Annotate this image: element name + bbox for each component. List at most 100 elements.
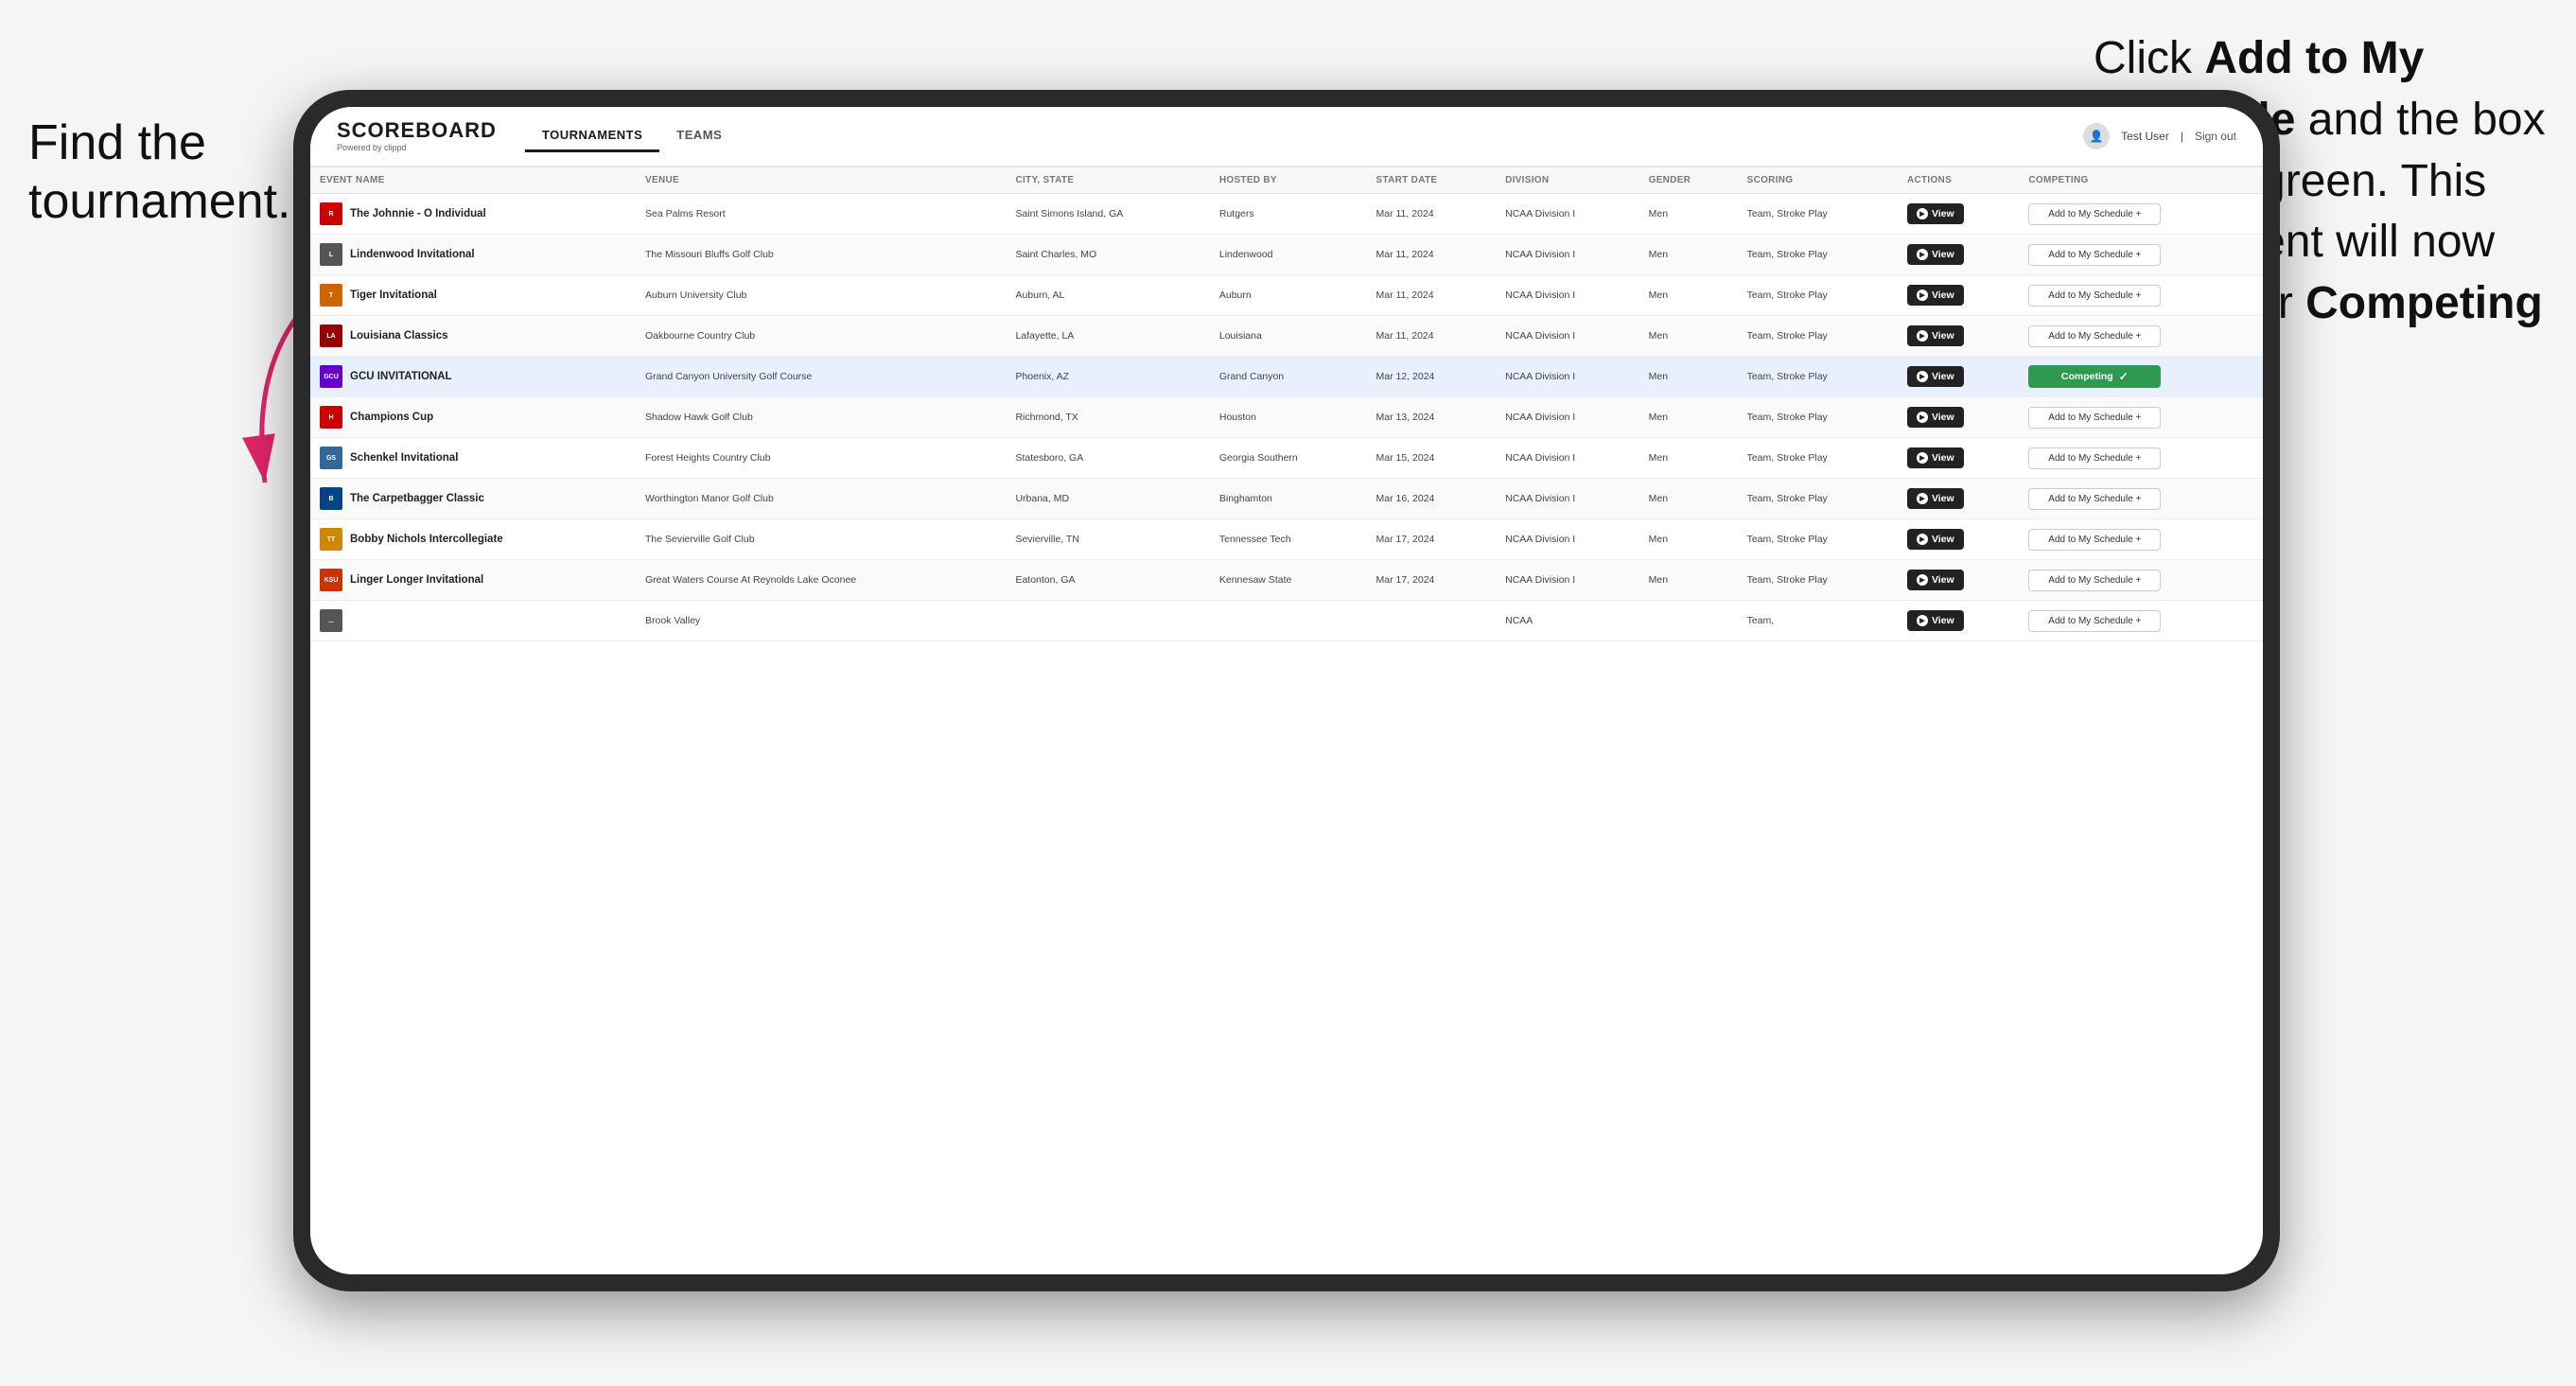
competing-button[interactable]: Competing ✓ bbox=[2028, 365, 2161, 388]
view-button[interactable]: ▶View bbox=[1907, 407, 1964, 428]
start-date-cell: Mar 17, 2024 bbox=[1367, 519, 1497, 560]
gender-cell: Men bbox=[1639, 479, 1738, 519]
event-name-cell: BThe Carpetbagger Classic bbox=[310, 479, 636, 519]
view-button[interactable]: ▶View bbox=[1907, 325, 1964, 346]
view-button[interactable]: ▶View bbox=[1907, 570, 1964, 590]
play-icon: ▶ bbox=[1917, 208, 1928, 219]
start-date-cell: Mar 12, 2024 bbox=[1367, 357, 1497, 397]
division-cell: NCAA Division I bbox=[1496, 519, 1639, 560]
team-logo: LA bbox=[320, 325, 342, 347]
competing-cell: Add to My Schedule + bbox=[2019, 194, 2263, 235]
team-logo: TT bbox=[320, 528, 342, 551]
table-row: ...Brook ValleyNCAATeam,▶ViewAdd to My S… bbox=[310, 601, 2263, 641]
col-division: DIVISION bbox=[1496, 167, 1639, 194]
add-to-schedule-button[interactable]: Add to My Schedule + bbox=[2028, 529, 2161, 551]
annotation-right-prefix: Click bbox=[2094, 33, 2204, 83]
competing-cell: Competing ✓ bbox=[2019, 357, 2263, 397]
table-row: RThe Johnnie - O IndividualSea Palms Res… bbox=[310, 194, 2263, 235]
play-icon: ▶ bbox=[1917, 574, 1928, 586]
view-button[interactable]: ▶View bbox=[1907, 203, 1964, 224]
actions-cell: ▶View bbox=[1898, 316, 2019, 357]
col-start-date: START DATE bbox=[1367, 167, 1497, 194]
add-to-schedule-button[interactable]: Add to My Schedule + bbox=[2028, 244, 2161, 266]
view-button[interactable]: ▶View bbox=[1907, 447, 1964, 468]
tablet-screen: SCOREBOARD Powered by clippd TOURNAMENTS… bbox=[310, 107, 2263, 1274]
view-button[interactable]: ▶View bbox=[1907, 529, 1964, 550]
actions-cell: ▶View bbox=[1898, 235, 2019, 275]
hosted-by-cell: Georgia Southern bbox=[1210, 438, 1367, 479]
city-state-cell: Auburn, AL bbox=[1006, 275, 1209, 316]
gender-cell: Men bbox=[1639, 235, 1738, 275]
view-button[interactable]: ▶View bbox=[1907, 366, 1964, 387]
division-cell: NCAA Division I bbox=[1496, 479, 1639, 519]
sign-out-link[interactable]: Sign out bbox=[2195, 130, 2236, 143]
city-state-cell: Richmond, TX bbox=[1006, 397, 1209, 438]
logo-title: SCOREBOARD bbox=[337, 120, 497, 141]
start-date-cell: Mar 11, 2024 bbox=[1367, 316, 1497, 357]
gender-cell: Men bbox=[1639, 275, 1738, 316]
event-name-cell: ... bbox=[310, 601, 636, 641]
play-icon: ▶ bbox=[1917, 249, 1928, 260]
scoring-cell: Team, bbox=[1738, 601, 1898, 641]
add-to-schedule-button[interactable]: Add to My Schedule + bbox=[2028, 407, 2161, 429]
view-button[interactable]: ▶View bbox=[1907, 285, 1964, 306]
actions-cell: ▶View bbox=[1898, 194, 2019, 235]
event-name-text: Champions Cup bbox=[350, 412, 433, 423]
division-cell: NCAA bbox=[1496, 601, 1639, 641]
venue-cell: Forest Heights Country Club bbox=[636, 438, 1006, 479]
view-button[interactable]: ▶View bbox=[1907, 610, 1964, 631]
table-container[interactable]: EVENT NAME VENUE CITY, STATE HOSTED BY S… bbox=[310, 167, 2263, 1274]
team-logo: GS bbox=[320, 447, 342, 469]
event-name-text: The Johnnie - O Individual bbox=[350, 208, 486, 219]
venue-cell: The Sevierville Golf Club bbox=[636, 519, 1006, 560]
event-name-cell: TT Bobby Nichols Intercollegiate bbox=[310, 519, 636, 560]
event-name-cell: LALouisiana Classics bbox=[310, 316, 636, 357]
competing-cell: Add to My Schedule + bbox=[2019, 519, 2263, 560]
play-icon: ▶ bbox=[1917, 330, 1928, 342]
tab-teams[interactable]: TEAMS bbox=[659, 120, 739, 152]
division-cell: NCAA Division I bbox=[1496, 316, 1639, 357]
gender-cell: Men bbox=[1639, 519, 1738, 560]
scoring-cell: Team, Stroke Play bbox=[1738, 316, 1898, 357]
event-name-text: Lindenwood Invitational bbox=[350, 249, 475, 260]
hosted-by-cell: Kennesaw State bbox=[1210, 560, 1367, 601]
division-cell: NCAA Division I bbox=[1496, 397, 1639, 438]
scoring-cell: Team, Stroke Play bbox=[1738, 479, 1898, 519]
event-name-text: Bobby Nichols Intercollegiate bbox=[350, 534, 503, 545]
add-to-schedule-button[interactable]: Add to My Schedule + bbox=[2028, 285, 2161, 307]
view-button[interactable]: ▶View bbox=[1907, 488, 1964, 509]
team-logo: B bbox=[320, 487, 342, 510]
hosted-by-cell: Auburn bbox=[1210, 275, 1367, 316]
actions-cell: ▶View bbox=[1898, 357, 2019, 397]
actions-cell: ▶View bbox=[1898, 519, 2019, 560]
user-name: Test User bbox=[2121, 130, 2169, 143]
venue-cell: The Missouri Bluffs Golf Club bbox=[636, 235, 1006, 275]
event-name-text: Schenkel Invitational bbox=[350, 452, 458, 464]
tab-tournaments[interactable]: TOURNAMENTS bbox=[525, 120, 659, 152]
col-hosted-by: HOSTED BY bbox=[1210, 167, 1367, 194]
add-to-schedule-button[interactable]: Add to My Schedule + bbox=[2028, 447, 2161, 469]
actions-cell: ▶View bbox=[1898, 560, 2019, 601]
hosted-by-cell bbox=[1210, 601, 1367, 641]
annotation-left-text: Find the tournament. bbox=[28, 115, 291, 229]
add-to-schedule-button[interactable]: Add to My Schedule + bbox=[2028, 488, 2161, 510]
city-state-cell: Urbana, MD bbox=[1006, 479, 1209, 519]
col-actions: ACTIONS bbox=[1898, 167, 2019, 194]
add-to-schedule-button[interactable]: Add to My Schedule + bbox=[2028, 203, 2161, 225]
city-state-cell: Phoenix, AZ bbox=[1006, 357, 1209, 397]
add-to-schedule-button[interactable]: Add to My Schedule + bbox=[2028, 570, 2161, 591]
col-competing: COMPETING bbox=[2019, 167, 2263, 194]
add-to-schedule-button[interactable]: Add to My Schedule + bbox=[2028, 325, 2161, 347]
logo-area: SCOREBOARD Powered by clippd bbox=[337, 120, 497, 152]
start-date-cell: Mar 11, 2024 bbox=[1367, 275, 1497, 316]
nav-tabs: TOURNAMENTS TEAMS bbox=[525, 120, 739, 152]
add-to-schedule-button[interactable]: Add to My Schedule + bbox=[2028, 610, 2161, 632]
venue-cell: Worthington Manor Golf Club bbox=[636, 479, 1006, 519]
division-cell: NCAA Division I bbox=[1496, 357, 1639, 397]
play-icon: ▶ bbox=[1917, 371, 1928, 382]
start-date-cell: Mar 16, 2024 bbox=[1367, 479, 1497, 519]
competing-cell: Add to My Schedule + bbox=[2019, 397, 2263, 438]
division-cell: NCAA Division I bbox=[1496, 194, 1639, 235]
view-button[interactable]: ▶View bbox=[1907, 244, 1964, 265]
competing-cell: Add to My Schedule + bbox=[2019, 316, 2263, 357]
